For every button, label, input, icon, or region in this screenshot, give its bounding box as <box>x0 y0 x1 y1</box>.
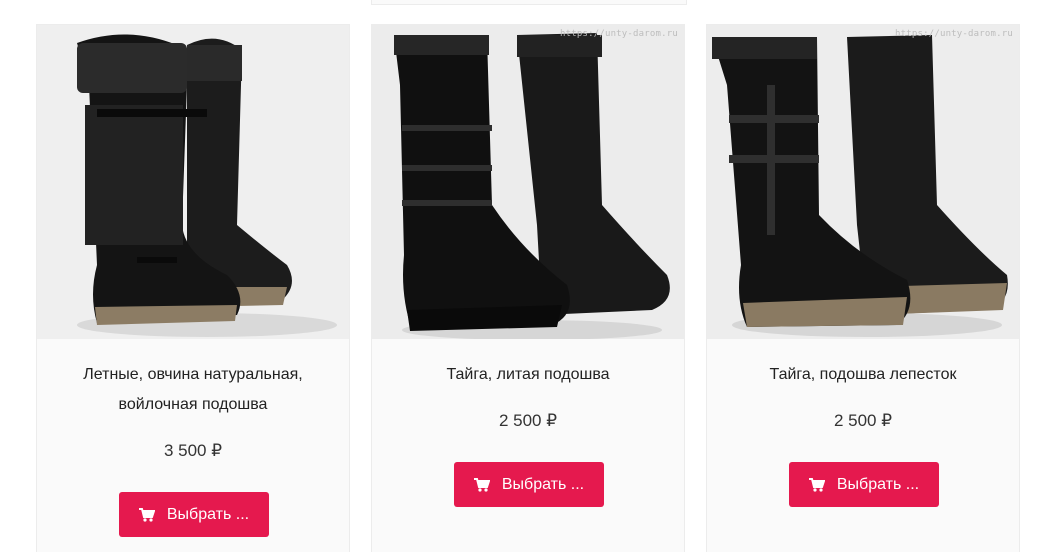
select-button-label: Выбрать ... <box>836 475 920 493</box>
product-image[interactable]: https://unty-darom.ru <box>707 25 1019 339</box>
cart-icon <box>808 477 825 492</box>
product-card: Летные, овчина натуральная, войлочная по… <box>36 24 350 552</box>
cart-icon <box>473 477 490 492</box>
product-price: 2 500 ₽ <box>498 411 558 430</box>
product-image[interactable] <box>37 25 349 339</box>
product-title[interactable]: Тайга, литая подошва <box>382 360 674 390</box>
product-title[interactable]: Летные, овчина натуральная, войлочная по… <box>47 360 339 420</box>
select-button-label: Выбрать ... <box>501 475 585 493</box>
image-watermark: https://unty-darom.ru <box>895 29 1013 39</box>
previous-row-card-edge <box>371 0 687 5</box>
select-button[interactable]: Выбрать ... <box>119 492 269 537</box>
product-title[interactable]: Тайга, подошва лепесток <box>717 360 1009 390</box>
image-watermark: https://unty-darom.ru <box>560 29 678 39</box>
select-button[interactable]: Выбрать ... <box>454 462 604 507</box>
cart-icon <box>138 507 155 522</box>
product-card: https://unty-darom.ru Тайга, подошва леп… <box>706 24 1020 552</box>
product-card: https://unty-darom.ru Тайга, литая подош… <box>371 24 685 552</box>
product-grid: Летные, овчина натуральная, войлочная по… <box>0 0 1048 552</box>
select-button[interactable]: Выбрать ... <box>789 462 939 507</box>
product-image[interactable]: https://unty-darom.ru <box>372 25 684 339</box>
select-button-label: Выбрать ... <box>166 505 250 523</box>
product-price: 3 500 ₽ <box>163 441 223 460</box>
product-price: 2 500 ₽ <box>833 411 893 430</box>
